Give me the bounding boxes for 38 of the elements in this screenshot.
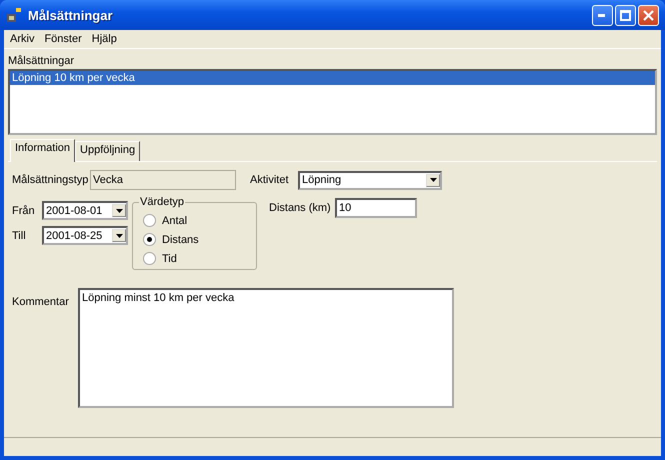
app-icon [6,7,22,23]
radio-button[interactable] [143,233,156,246]
goal-type-label: Målsättningstyp [12,174,90,186]
goals-list[interactable]: Löpning 10 km per vecka [8,69,657,135]
radio-button[interactable] [143,214,156,227]
close-icon [643,10,654,20]
radio-label[interactable]: Tid [162,252,177,264]
dropdown-arrow-icon [116,208,122,212]
menu-item[interactable]: Hjälp [92,33,117,45]
list-item[interactable]: Löpning 10 km per vecka [10,71,655,85]
minimize-button[interactable] [592,4,613,26]
dropdown-arrow-icon [116,234,122,238]
from-date-picker[interactable]: 2001-08-01 [42,201,128,220]
maximize-button[interactable] [615,4,636,26]
tab[interactable]: Information [10,139,76,162]
comment-label: Kommentar [12,296,70,310]
goals-label: Målsättningar [8,55,76,69]
to-label: Till [12,230,27,242]
value-type-label: Värdetyp [139,196,186,208]
comment-field[interactable]: Löpning minst 10 km per vecka [78,288,454,408]
maximize-icon [620,10,631,20]
to-date-picker[interactable]: 2001-08-25 [42,226,128,245]
minimize-icon [598,14,607,16]
distance-label: Distans (km) [269,202,332,214]
window-title: Målsättningar [28,8,114,22]
goal-type-field: Vecka [90,170,236,190]
radio-label[interactable]: Antal [162,214,188,226]
distance-field[interactable]: 10 [335,198,417,218]
radio-label[interactable]: Distans [162,234,199,246]
tab[interactable]: Uppföljning [75,141,140,161]
radio-button[interactable] [143,252,156,265]
menu-item[interactable]: Fönster [44,33,82,45]
dropdown-arrow-icon [430,178,436,182]
activity-label: Aktivitet [250,174,290,186]
from-label: Från [12,204,36,216]
close-button[interactable] [638,4,659,26]
menu-item[interactable]: Arkiv [10,33,34,45]
activity-dropdown[interactable]: Löpning [298,170,442,190]
